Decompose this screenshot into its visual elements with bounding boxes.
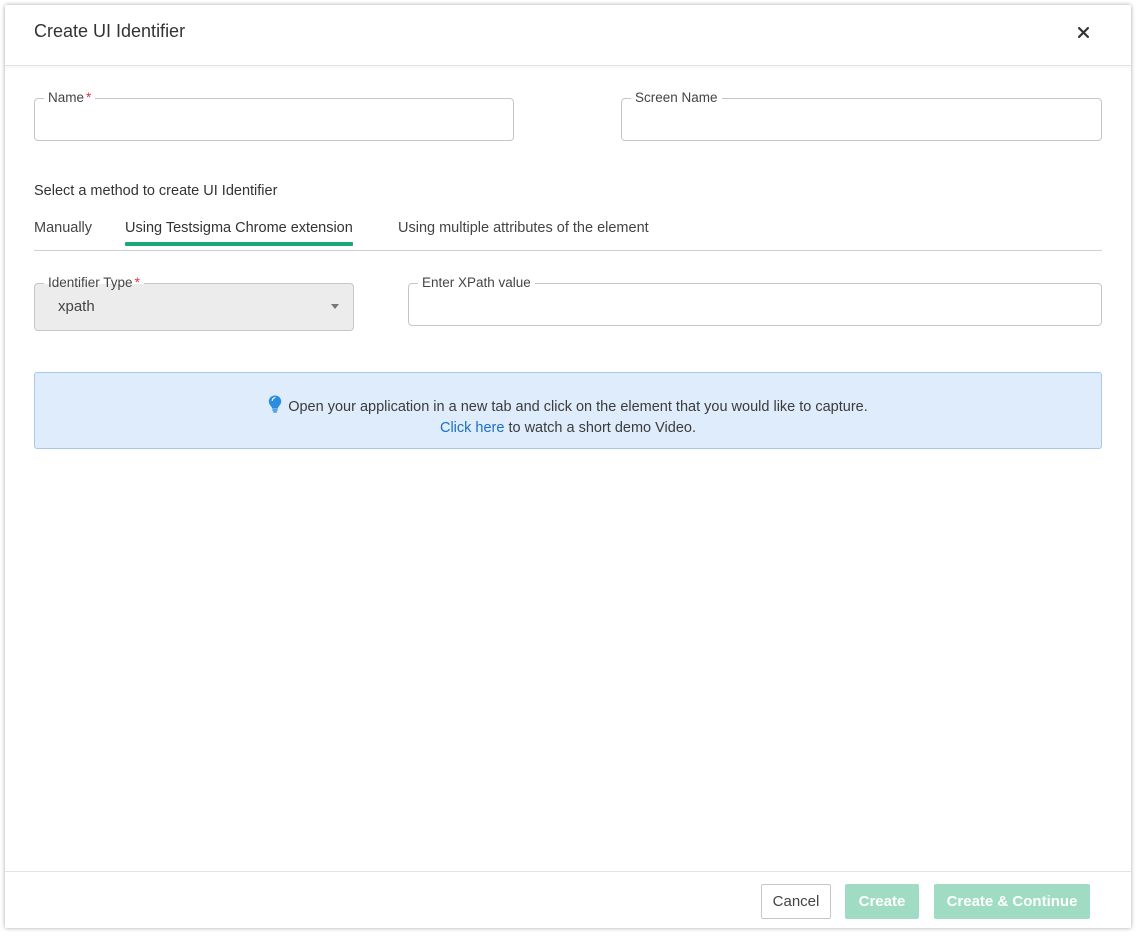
dialog-title: Create UI Identifier — [34, 21, 186, 41]
required-mark: * — [86, 90, 92, 105]
screen-name-label: Screen Name — [631, 90, 722, 106]
close-icon — [1077, 26, 1089, 38]
info-line-1: Open your application in a new tab and c… — [35, 395, 1101, 415]
name-input[interactable] — [45, 111, 503, 129]
close-button[interactable] — [1073, 22, 1093, 42]
identifier-type-value: xpath — [58, 298, 95, 315]
name-label: Name * — [44, 90, 96, 106]
cancel-button[interactable]: Cancel — [761, 884, 831, 919]
screen-name-field[interactable]: Screen Name — [621, 90, 1102, 141]
required-mark: * — [134, 275, 140, 290]
create-ui-identifier-dialog: Create UI Identifier Name * Screen Name S… — [5, 5, 1131, 928]
tab-chrome-extension[interactable]: Using Testsigma Chrome extension — [125, 220, 353, 246]
demo-video-link[interactable]: Click here — [440, 420, 504, 436]
xpath-value-label: Enter XPath value — [418, 275, 535, 291]
xpath-value-field[interactable]: Enter XPath value — [408, 275, 1102, 326]
info-banner: Open your application in a new tab and c… — [34, 372, 1102, 449]
identifier-type-select[interactable]: Identifier Type * xpath — [34, 275, 354, 331]
dialog-header: Create UI Identifier — [5, 5, 1131, 66]
info-link-suffix: to watch a short demo Video. — [504, 420, 697, 436]
tab-manually[interactable]: Manually — [34, 220, 92, 246]
create-button[interactable]: Create — [845, 884, 919, 919]
screen-name-input[interactable] — [632, 111, 1091, 129]
tab-multiple-attributes[interactable]: Using multiple attributes of the element — [398, 220, 649, 246]
info-line-2: Click here to watch a short demo Video. — [35, 420, 1101, 436]
identifier-type-label: Identifier Type * — [44, 275, 144, 291]
lightbulb-icon — [269, 395, 282, 413]
info-text: Open your application in a new tab and c… — [288, 399, 868, 415]
xpath-value-input[interactable] — [419, 296, 1091, 314]
dialog-footer: Cancel Create Create & Continue — [5, 871, 1131, 928]
name-field[interactable]: Name * — [34, 90, 514, 141]
create-and-continue-button[interactable]: Create & Continue — [934, 884, 1090, 919]
method-section-label: Select a method to create UI Identifier — [34, 183, 278, 199]
dropdown-caret-icon — [331, 304, 339, 309]
method-tabs: Manually Using Testsigma Chrome extensio… — [34, 214, 1102, 251]
